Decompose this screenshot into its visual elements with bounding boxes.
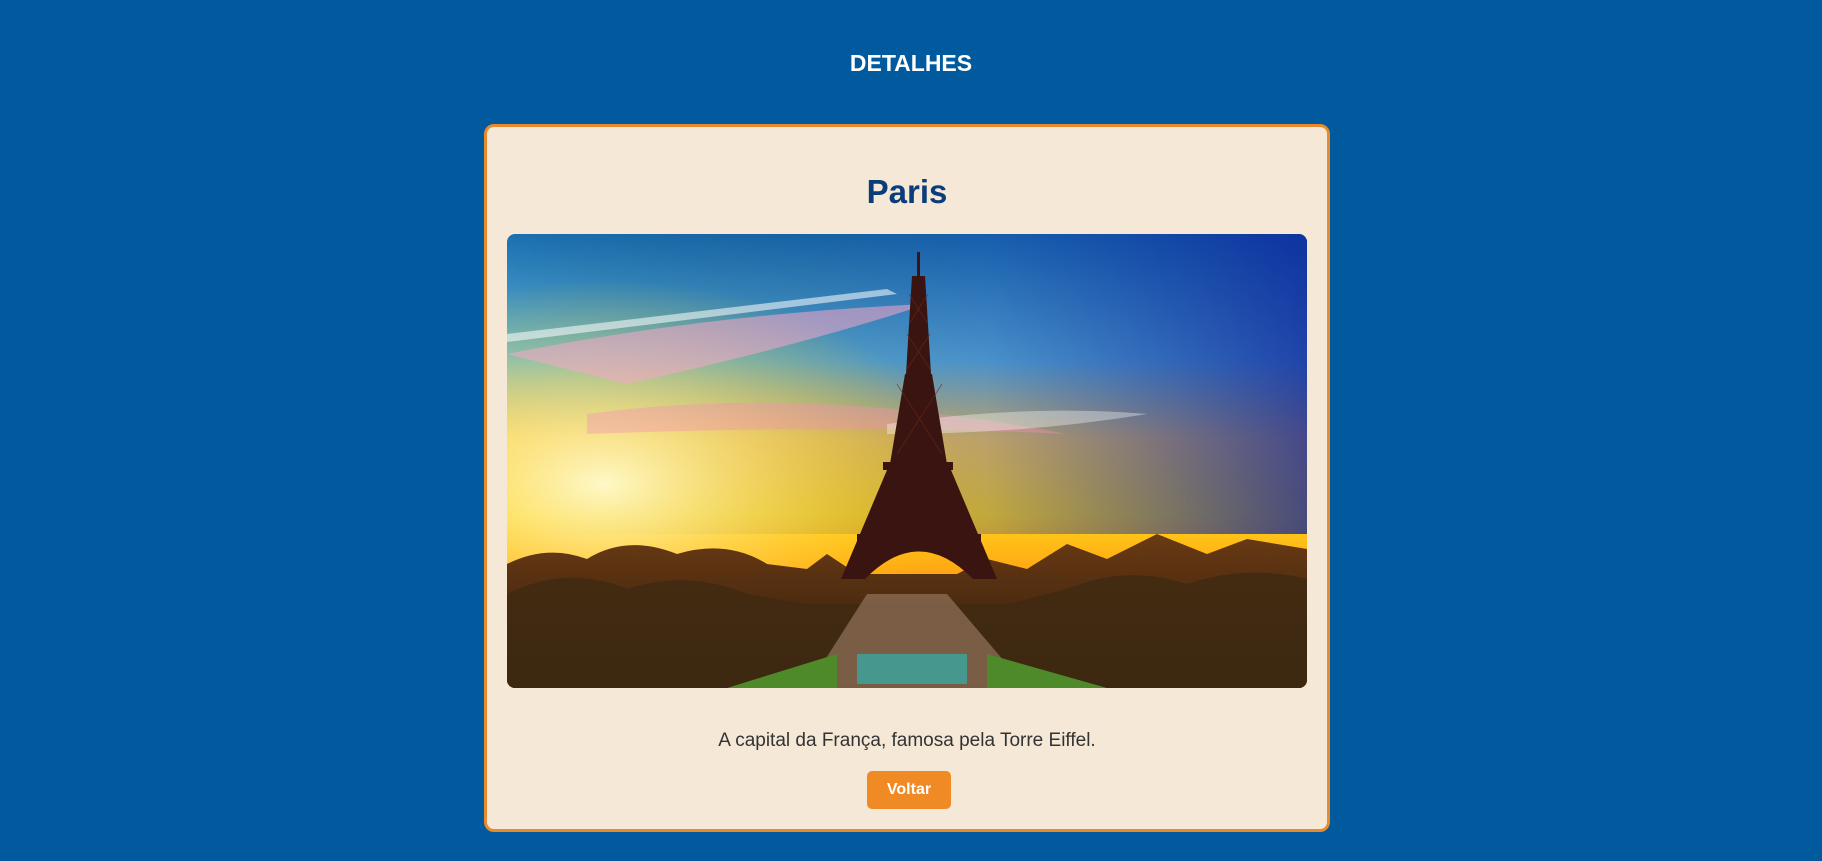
destination-card: Paris A capital da França, famosa pela T…	[484, 124, 1330, 832]
back-button[interactable]: Voltar	[867, 771, 951, 809]
destination-description: A capital da França, famosa pela Torre E…	[718, 730, 1096, 751]
page-title: DETALHES	[849, 50, 973, 76]
destination-name: Paris	[866, 173, 948, 210]
eiffel-tower-photo	[507, 234, 1307, 688]
destination-image	[507, 234, 1307, 688]
